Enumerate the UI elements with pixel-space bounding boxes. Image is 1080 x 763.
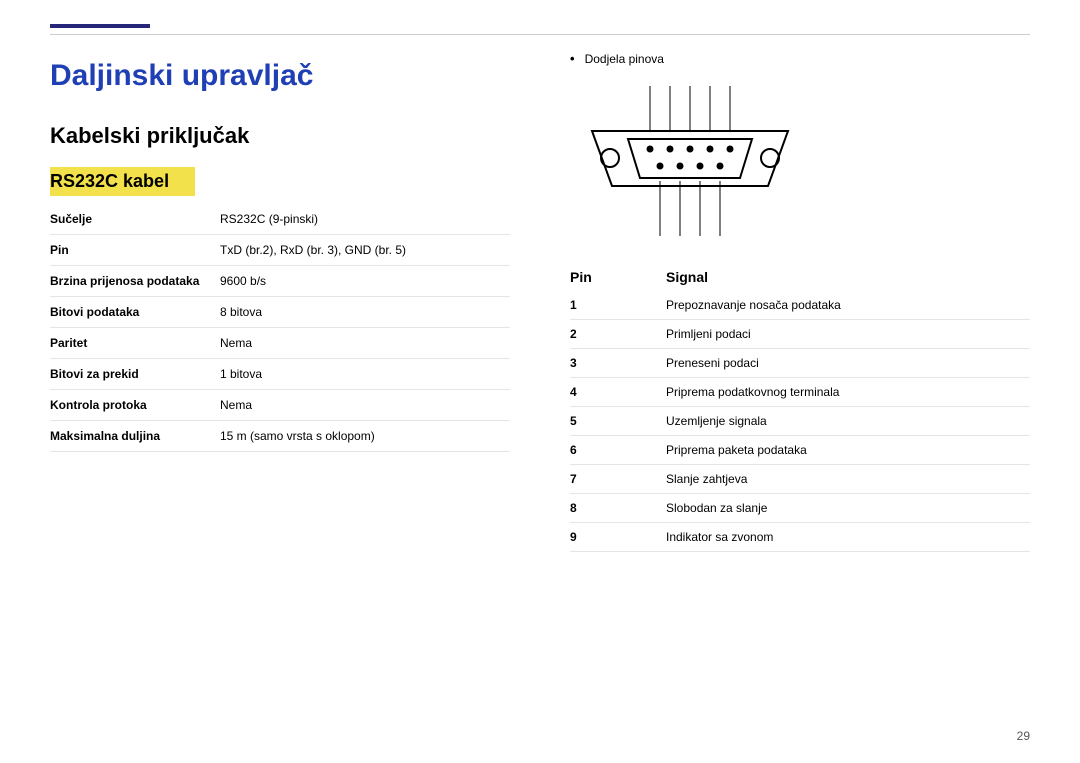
- page-title: Daljinski upravljač: [50, 59, 510, 93]
- spec-value: 8 bitova: [220, 305, 510, 319]
- pin-signal: Priprema paketa podataka: [666, 443, 1030, 457]
- spec-row: Maksimalna duljina15 m (samo vrsta s okl…: [50, 421, 510, 452]
- bullet-icon: •: [570, 51, 575, 66]
- spec-label: Bitovi za prekid: [50, 367, 220, 381]
- pin-signal: Indikator sa zvonom: [666, 530, 1030, 544]
- pin-number: 1: [570, 298, 666, 312]
- spec-value: RS232C (9-pinski): [220, 212, 510, 226]
- pin-number: 2: [570, 327, 666, 341]
- spec-label: Bitovi podataka: [50, 305, 220, 319]
- pin-row: 7Slanje zahtjeva: [570, 465, 1030, 494]
- spec-row: SučeljeRS232C (9-pinski): [50, 204, 510, 235]
- spec-value: TxD (br.2), RxD (br. 3), GND (br. 5): [220, 243, 510, 257]
- pin-number: 9: [570, 530, 666, 544]
- spec-label: Paritet: [50, 336, 220, 350]
- pin-signal: Slobodan za slanje: [666, 501, 1030, 515]
- pin-row: 6Priprema paketa podataka: [570, 436, 1030, 465]
- spec-table: SučeljeRS232C (9-pinski)PinTxD (br.2), R…: [50, 204, 510, 452]
- spec-label: Pin: [50, 243, 220, 257]
- pin-number: 7: [570, 472, 666, 486]
- pin-row: 3Preneseni podaci: [570, 349, 1030, 378]
- spec-row: PinTxD (br.2), RxD (br. 3), GND (br. 5): [50, 235, 510, 266]
- pin-table-header: Pin Signal: [570, 263, 1030, 291]
- pin-signal: Preneseni podaci: [666, 356, 1030, 370]
- pin-row: 1Prepoznavanje nosača podataka: [570, 291, 1030, 320]
- spec-value: Nema: [220, 336, 510, 350]
- cable-heading: RS232C kabel: [50, 167, 195, 196]
- pin-assignment-title: Dodjela pinova: [585, 52, 664, 66]
- db9-connector-diagram: [582, 86, 1030, 241]
- pin-signal: Uzemljenje signala: [666, 414, 1030, 428]
- spec-label: Sučelje: [50, 212, 220, 226]
- pin-row: 2Primljeni podaci: [570, 320, 1030, 349]
- pin-signal: Primljeni podaci: [666, 327, 1030, 341]
- pin-number: 3: [570, 356, 666, 370]
- pin-header-pin: Pin: [570, 269, 666, 285]
- spec-label: Maksimalna duljina: [50, 429, 220, 443]
- pin-number: 6: [570, 443, 666, 457]
- page-number: 29: [1017, 729, 1030, 743]
- pin-row: 5Uzemljenje signala: [570, 407, 1030, 436]
- pin-table: 1Prepoznavanje nosača podataka2Primljeni…: [570, 291, 1030, 552]
- spec-row: Bitovi podataka8 bitova: [50, 297, 510, 328]
- pin-number: 8: [570, 501, 666, 515]
- spec-row: Brzina prijenosa podataka9600 b/s: [50, 266, 510, 297]
- pin-row: 8Slobodan za slanje: [570, 494, 1030, 523]
- spec-label: Brzina prijenosa podataka: [50, 274, 220, 288]
- pin-row: 9Indikator sa zvonom: [570, 523, 1030, 552]
- spec-value: Nema: [220, 398, 510, 412]
- pin-number: 4: [570, 385, 666, 399]
- pin-signal: Slanje zahtjeva: [666, 472, 1030, 486]
- pin-signal: Priprema podatkovnog terminala: [666, 385, 1030, 399]
- spec-row: Kontrola protokaNema: [50, 390, 510, 421]
- section-subtitle: Kabelski priključak: [50, 123, 510, 149]
- pin-number: 5: [570, 414, 666, 428]
- pin-signal: Prepoznavanje nosača podataka: [666, 298, 1030, 312]
- pin-header-signal: Signal: [666, 269, 1030, 285]
- spec-row: Bitovi za prekid1 bitova: [50, 359, 510, 390]
- spec-row: ParitetNema: [50, 328, 510, 359]
- spec-label: Kontrola protoka: [50, 398, 220, 412]
- spec-value: 9600 b/s: [220, 274, 510, 288]
- spec-value: 15 m (samo vrsta s oklopom): [220, 429, 510, 443]
- spec-value: 1 bitova: [220, 367, 510, 381]
- pin-row: 4Priprema podatkovnog terminala: [570, 378, 1030, 407]
